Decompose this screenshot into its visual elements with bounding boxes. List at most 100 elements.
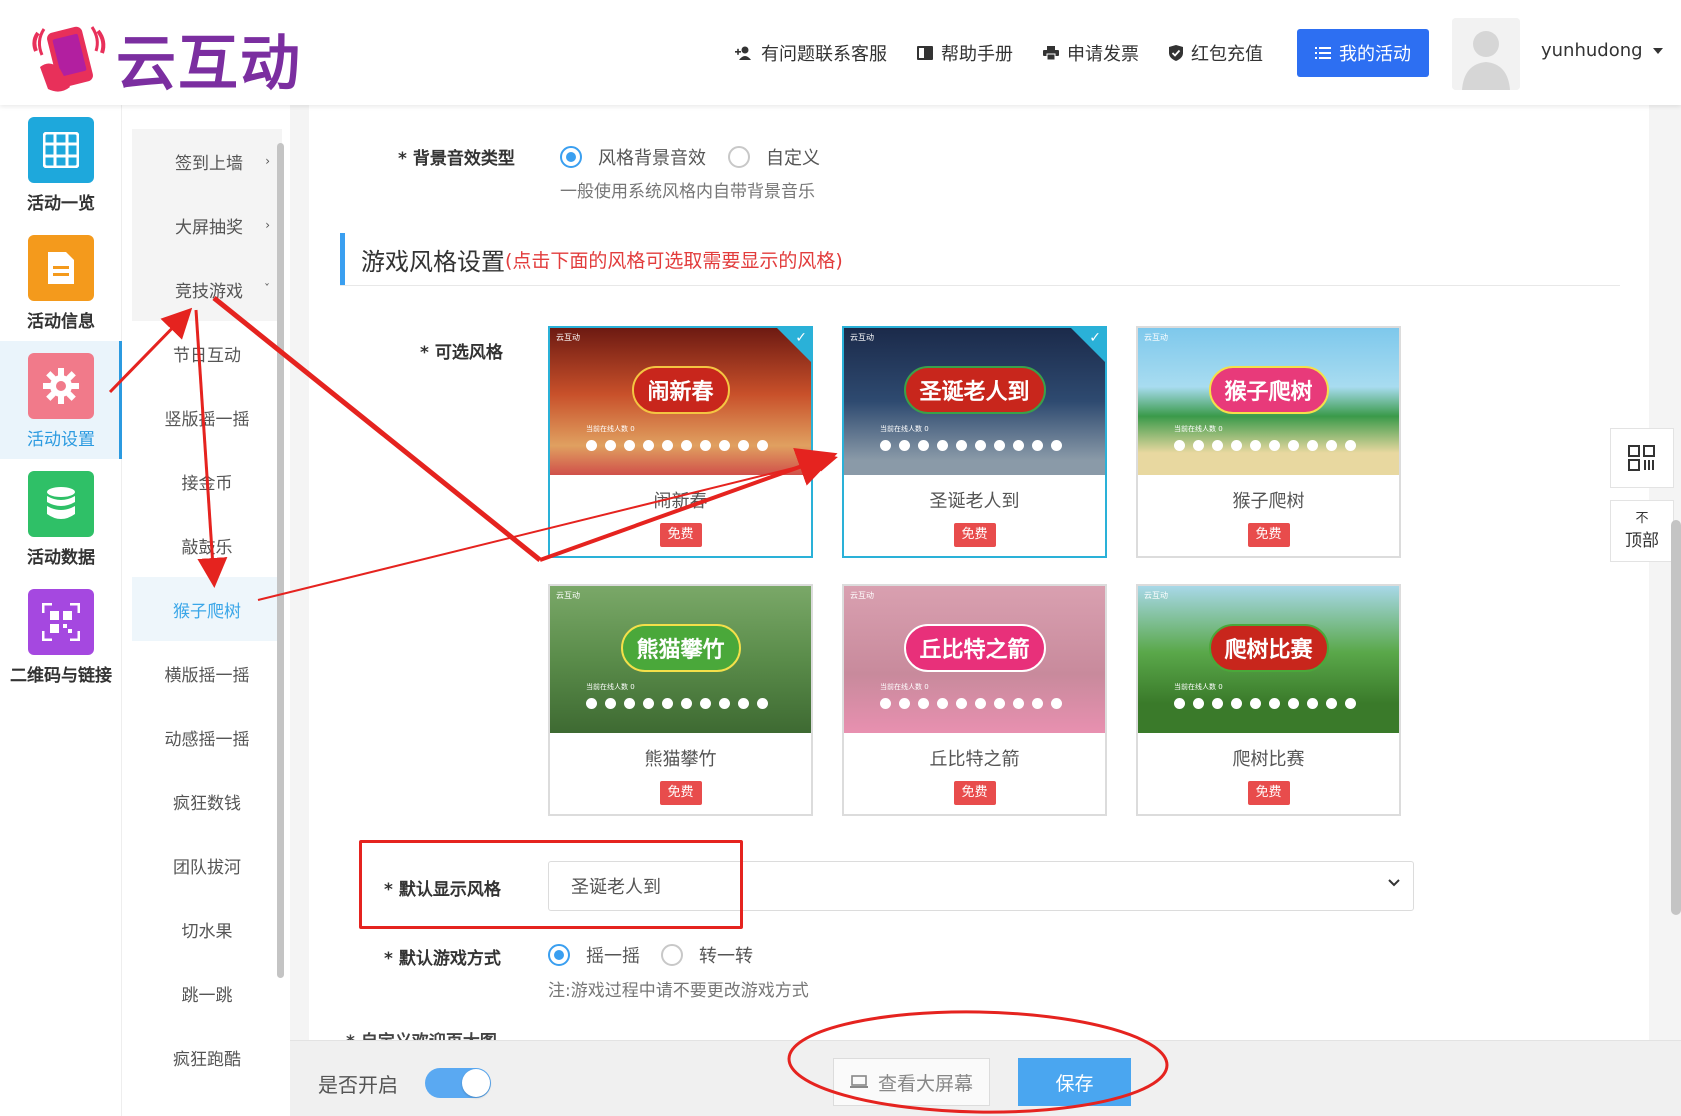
annotation-rectangle — [359, 840, 743, 929]
caret-down-icon — [1652, 47, 1663, 54]
thumb-brand: 云互动 — [850, 591, 874, 600]
bg-sound-hint: 一般使用系统风格内自带背景音乐 — [560, 182, 815, 202]
thumb-title: 闹新春 — [631, 366, 730, 414]
enable-toggle[interactable] — [425, 1068, 491, 1098]
thumb-title: 圣诞老人到 — [903, 366, 1046, 414]
play-mode-hint: 注:游戏过程中请不要更改游戏方式 — [548, 981, 809, 1001]
manual-link[interactable]: 帮助手册 — [917, 40, 1013, 66]
sidebar-label: 活动数据 — [27, 548, 95, 568]
sidebar-label: 活动信息 — [27, 312, 95, 332]
sub-item-checkin[interactable]: 签到上墙 › — [132, 129, 282, 193]
page-scrollbar[interactable] — [1671, 520, 1681, 915]
back-to-top-button[interactable]: 不 顶部 — [1610, 500, 1674, 562]
recharge-link[interactable]: 红包充值 — [1169, 40, 1263, 66]
thumb-brand: 云互动 — [556, 591, 580, 600]
database-icon — [28, 471, 94, 537]
qrcode-float-button[interactable] — [1610, 428, 1674, 488]
user-menu[interactable]: yunhudong — [1541, 40, 1663, 61]
sub-item-holiday[interactable]: 节日互动 — [132, 321, 282, 385]
thumb-players — [880, 698, 1070, 709]
thumb-title: 猴子爬树 — [1208, 366, 1329, 414]
view-big-screen-label: 查看大屏幕 — [877, 1072, 973, 1095]
radio-label: 自定义 — [766, 148, 820, 169]
style-card-tree-race[interactable]: 云互动 爬树比赛 当前在线人数 0 爬树比赛 免费 — [1136, 584, 1401, 816]
bg-sound-option-custom[interactable]: 自定义 — [728, 144, 820, 170]
sub-item-horizontal-shake[interactable]: 横版摇一摇 — [132, 641, 282, 705]
arrow-up-icon: 不 — [1635, 510, 1649, 526]
style-card-spring[interactable]: 云互动 闹新春 当前在线人数 0 闹新春 免费 ✓ — [548, 326, 813, 558]
logo[interactable]: 云互动 — [30, 15, 302, 102]
sub-item-label: 敲鼓乐 — [181, 537, 233, 558]
sub-item-gold-coin[interactable]: 接金币 — [132, 449, 282, 513]
radio-label: 摇一摇 — [586, 946, 640, 967]
thumb-title: 爬树比赛 — [1208, 624, 1329, 672]
top-nav: 有问题联系客服 帮助手册 申请发票 红包充值 我的活动 — [735, 29, 1429, 77]
shield-check-icon — [1169, 45, 1183, 61]
free-badge: 免费 — [953, 781, 996, 805]
section-note: (点击下面的风格可选取需要显示的风格) — [505, 249, 843, 272]
sidebar-item-qrcode[interactable]: 二维码与链接 — [0, 577, 122, 695]
sub-item-vertical-shake[interactable]: 竖版摇一摇 — [132, 385, 282, 449]
style-name: 丘比特之箭 — [929, 749, 1020, 770]
check-icon: ✓ — [1089, 330, 1101, 346]
my-activity-button[interactable]: 我的活动 — [1297, 29, 1429, 77]
style-card-panda[interactable]: 云互动 熊猫攀竹 当前在线人数 0 熊猫攀竹 免费 — [548, 584, 813, 816]
qrcode-icon — [1628, 445, 1655, 471]
radio-label: 风格背景音效 — [598, 148, 706, 169]
sub-item-parkour[interactable]: 疯狂跑酷 — [132, 1025, 282, 1089]
invoice-link[interactable]: 申请发票 — [1043, 40, 1139, 66]
sidebar-item-info[interactable]: 活动信息 — [0, 223, 122, 341]
sidebar-item-data[interactable]: 活动数据 — [0, 459, 122, 577]
thumb-count: 当前在线人数 0 — [1174, 425, 1223, 433]
thumb-count: 当前在线人数 0 — [586, 683, 635, 691]
style-card-christmas[interactable]: 云互动 圣诞老人到 当前在线人数 0 圣诞老人到 免费 ✓ — [842, 326, 1107, 558]
user-avatar-icon — [1452, 18, 1520, 90]
style-name: 熊猫攀竹 — [644, 749, 717, 770]
save-button[interactable]: 保存 — [1018, 1058, 1131, 1106]
avatar[interactable] — [1452, 18, 1520, 90]
sub-item-monkey-climb[interactable]: 猴子爬树 — [132, 577, 282, 641]
style-thumbnail: 云互动 猴子爬树 当前在线人数 0 — [1138, 328, 1399, 475]
free-badge: 免费 — [659, 523, 702, 547]
play-mode-shake[interactable]: 摇一摇 — [548, 942, 640, 968]
play-mode-spin[interactable]: 转一转 — [661, 942, 753, 968]
monitor-icon — [849, 1075, 868, 1088]
view-big-screen-button[interactable]: 查看大屏幕 — [833, 1058, 990, 1106]
username-label: yunhudong — [1541, 40, 1643, 61]
sub-item-label: 节日互动 — [173, 345, 241, 366]
thumb-title: 熊猫攀竹 — [620, 624, 741, 672]
sub-sidebar-scrollbar[interactable] — [277, 143, 284, 978]
header: 云互动 有问题联系客服 帮助手册 申请发票 红包充值 我的活动 yunhudon… — [0, 0, 1681, 105]
sub-item-lottery[interactable]: 大屏抽奖 › — [132, 193, 282, 257]
sub-item-fruit[interactable]: 切水果 — [132, 897, 282, 961]
support-label: 有问题联系客服 — [761, 44, 887, 65]
printer-icon — [1043, 46, 1059, 60]
bg-sound-option-style[interactable]: 风格背景音效 — [560, 144, 706, 170]
sidebar-item-settings[interactable]: 活动设置 — [0, 341, 122, 459]
support-link[interactable]: 有问题联系客服 — [735, 40, 887, 66]
sub-item-tug-of-war[interactable]: 团队拔河 — [132, 833, 282, 897]
style-card-monkey[interactable]: 云互动 猴子爬树 当前在线人数 0 猴子爬树 免费 — [1136, 326, 1401, 558]
bg-sound-label-text: 背景音效类型 — [412, 149, 515, 169]
sub-item-dynamic-shake[interactable]: 动感摇一摇 — [132, 705, 282, 769]
sidebar-item-overview[interactable]: 活动一览 — [0, 105, 122, 223]
thumb-players — [1174, 698, 1364, 709]
sub-item-label: 团队拔河 — [173, 857, 241, 878]
gear-icon — [28, 353, 94, 419]
style-card-cupid[interactable]: 云互动 丘比特之箭 当前在线人数 0 丘比特之箭 免费 — [842, 584, 1107, 816]
thumb-players — [1174, 440, 1364, 451]
radio-checked-icon — [548, 944, 570, 966]
sub-item-label: 竞技游戏 — [175, 281, 243, 302]
chevron-down-icon — [1388, 879, 1400, 887]
free-badge: 免费 — [1247, 523, 1290, 547]
radio-unchecked-icon — [728, 146, 750, 168]
sub-item-count-money[interactable]: 疯狂数钱 — [132, 769, 282, 833]
sub-item-drum[interactable]: 敲鼓乐 — [132, 513, 282, 577]
back-to-top-label: 顶部 — [1625, 530, 1659, 551]
play-mode-label: * 默认游戏方式 — [384, 949, 501, 969]
sub-item-jump[interactable]: 跳一跳 — [132, 961, 282, 1025]
thumb-brand: 云互动 — [1144, 333, 1168, 342]
thumb-players — [586, 440, 776, 451]
sub-item-games[interactable]: 竞技游戏 ˇ — [132, 257, 282, 321]
bg-sound-label: * 背景音效类型 — [398, 149, 515, 169]
